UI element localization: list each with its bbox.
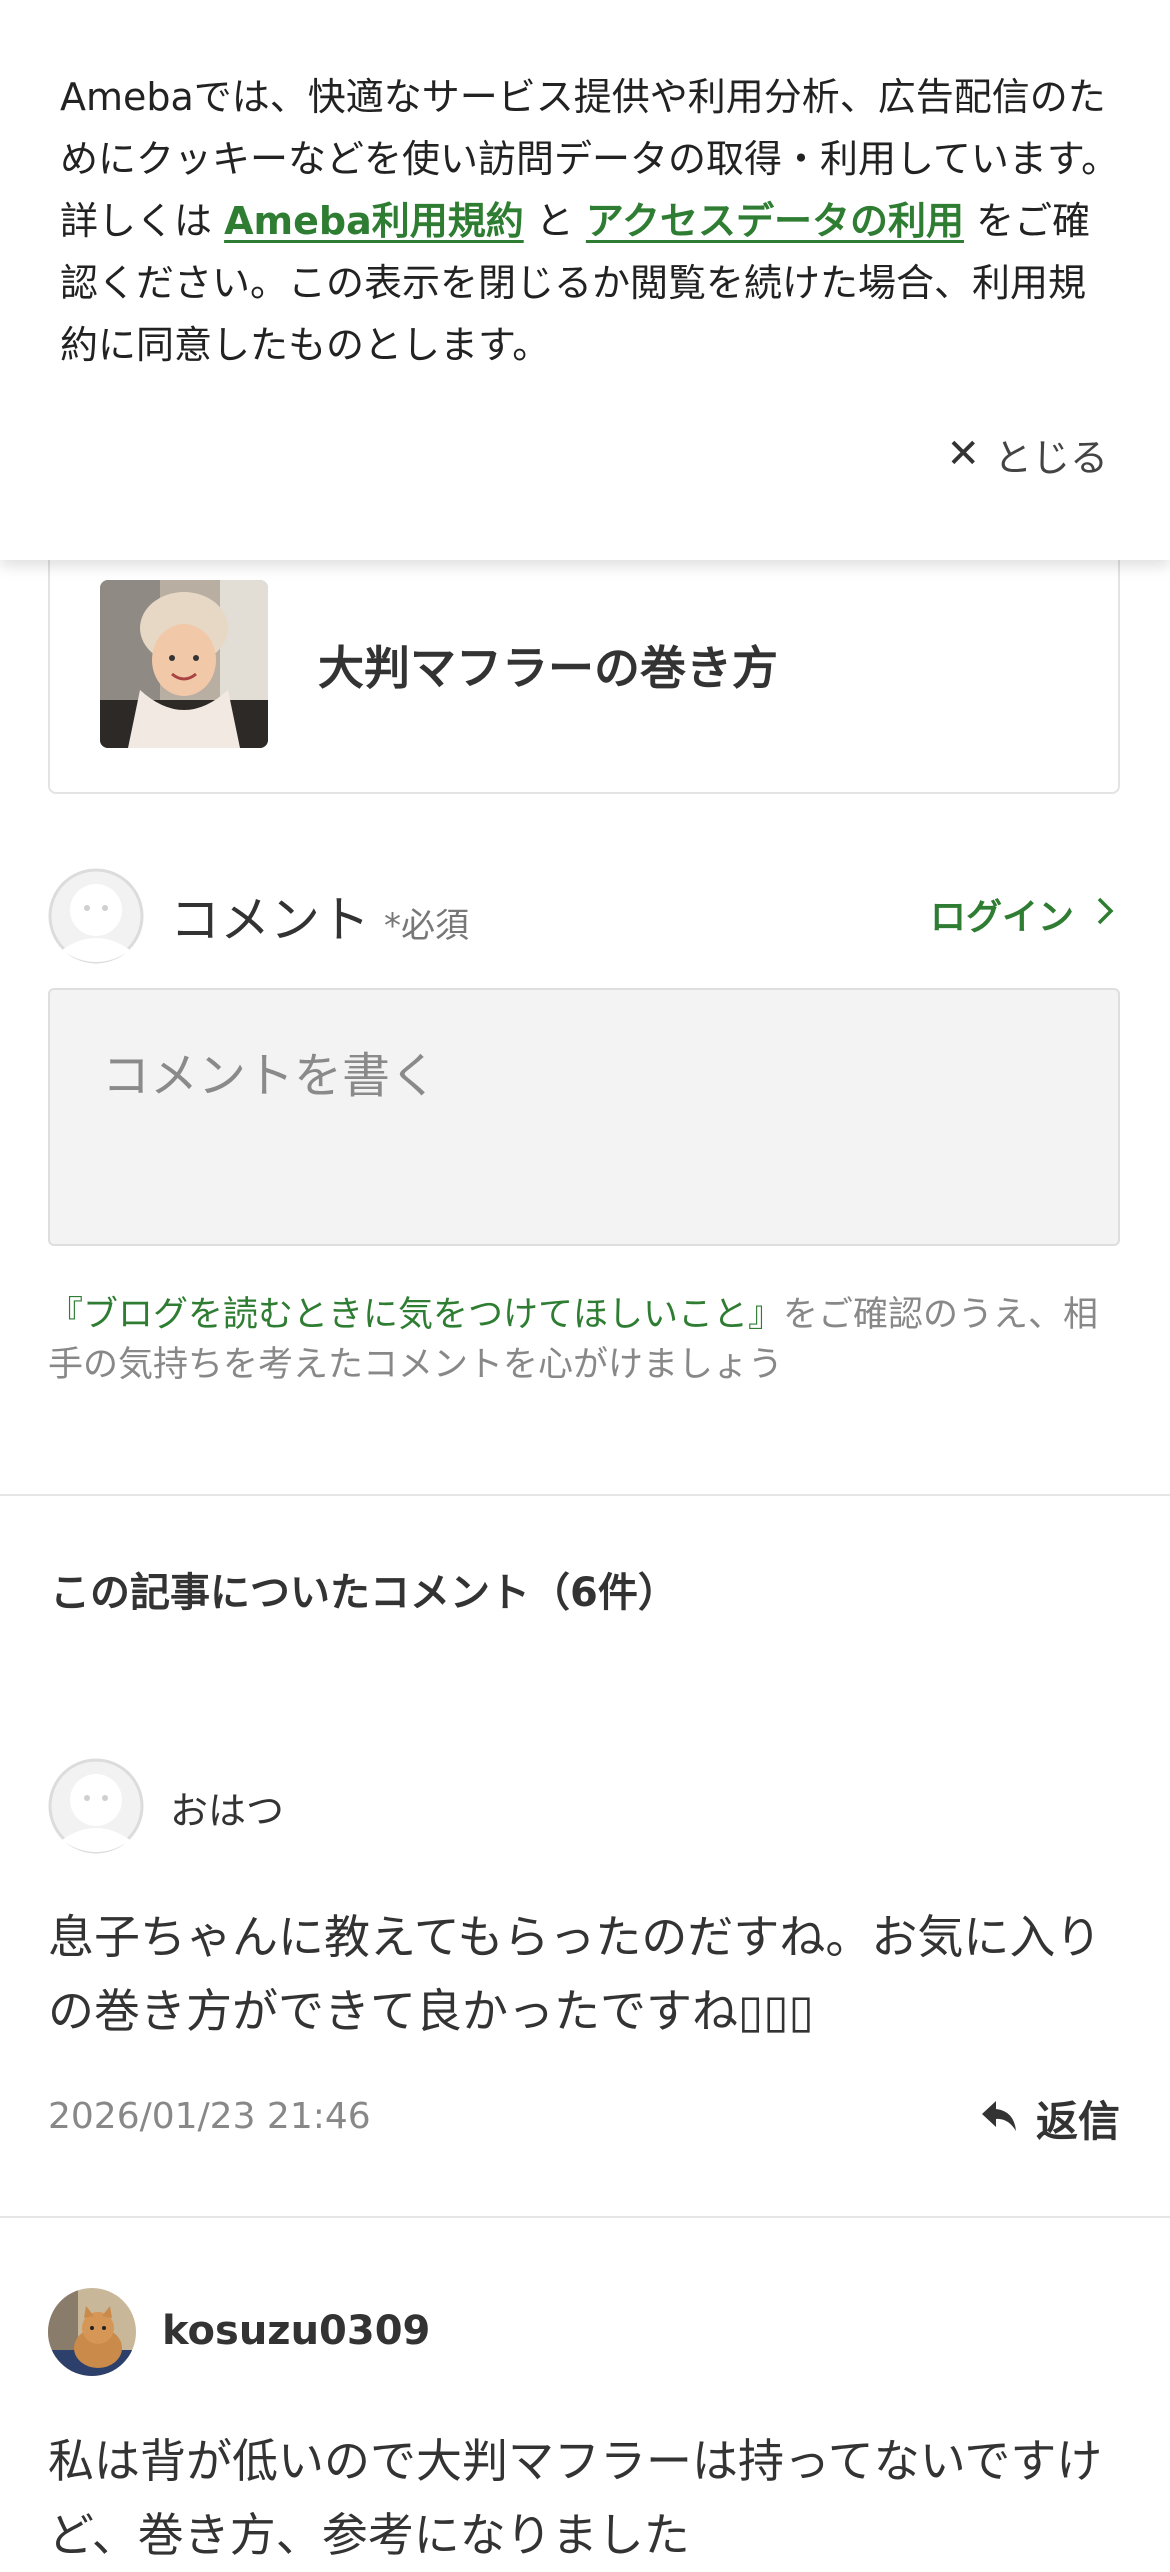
commenter-avatar [48, 2288, 136, 2376]
reply-label: 返信 [1035, 2097, 1120, 2146]
default-avatar-icon [48, 868, 144, 964]
guideline-link[interactable]: 『ブログを読むときに気をつけてほしいこと』 [48, 1295, 783, 1335]
section-divider [0, 1494, 1170, 1496]
article-card[interactable]: 大判マフラーの巻き方 [48, 530, 1120, 794]
comment-input-box [48, 988, 1120, 1246]
comment-textarea[interactable] [50, 990, 1118, 1244]
comments-section-title: この記事についたコメント（6件） [50, 1570, 678, 1616]
cookie-close-label: とじる [993, 435, 1108, 480]
comment-body: 息子ちゃんに教えてもらったのだすね。お気に入りの巻き方ができて良かったですね▯▯… [48, 1910, 1102, 2038]
commenter-avatar-icon [48, 1758, 144, 1854]
login-label: ログイン [929, 897, 1074, 938]
access-data-link[interactable]: アクセスデータの利用 [586, 199, 964, 243]
commenter-name[interactable]: おはつ [170, 1780, 284, 1835]
terms-link[interactable]: Ameba利用規約 [224, 199, 524, 243]
required-marker: *必須 [384, 906, 469, 946]
article-title: 大判マフラーの巻き方 [318, 641, 778, 695]
commenter-name[interactable]: kosuzu0309 [162, 2308, 430, 2354]
reply-arrow-icon [980, 2094, 1018, 2143]
close-icon: ✕ [946, 431, 980, 477]
comment-body: 私は背が低いので大判マフラーは持ってないですけど、巻き方、参考になりました [48, 2434, 1103, 2562]
cookie-text-and: と [523, 199, 586, 243]
cookie-close-button[interactable]: ✕ とじる [946, 424, 1108, 484]
comment-date: 2026/01/23 21:46 [48, 2096, 371, 2137]
cookie-consent-text: Amebaでは、快適なサービス提供や利用分析、広告配信のためにクッキーなどを使い… [60, 66, 1120, 376]
reply-button[interactable]: 返信 [980, 2088, 1120, 2149]
article-thumbnail [100, 580, 268, 748]
comment-divider [0, 2216, 1170, 2218]
login-link[interactable]: ログイン [930, 888, 1114, 940]
chevron-right-icon [1096, 894, 1114, 935]
comment-label: コメント [170, 891, 370, 949]
cookie-consent-banner: Amebaでは、快適なサービス提供や利用分析、広告配信のためにクッキーなどを使い… [0, 0, 1170, 560]
comment-guideline: 『ブログを読むときに気をつけてほしいこと』をご確認のうえ、相手の気持ちを考えたコ… [48, 1290, 1128, 1390]
